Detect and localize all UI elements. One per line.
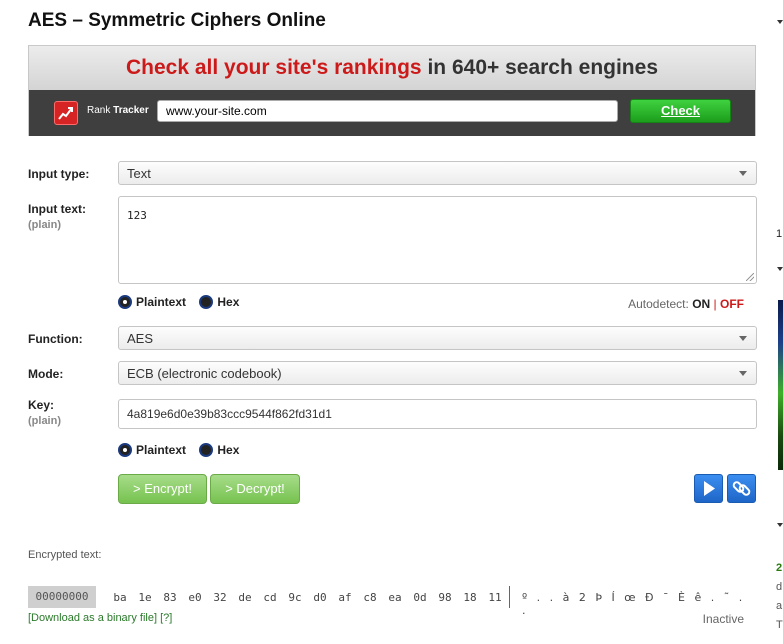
key-format-hint: (plain) — [28, 415, 61, 427]
sidebar-text-fragment: 2 — [776, 562, 783, 574]
permalink-button[interactable] — [727, 474, 756, 503]
hex-dump-row: 00000000 ba 1e 83 e0 32 de cd 9c d0 af c8 ea 0d 98 18 1… — [28, 586, 758, 617]
hex-byte: 18 — [463, 591, 477, 604]
hex-byte: ba — [113, 591, 127, 604]
hex-byte: c8 — [363, 591, 377, 604]
ad-headline-highlight: Check all your site's rankings — [126, 56, 422, 79]
hex-bytes: ba 1e 83 e0 32 de cd 9c d0 af c8 ea 0d 98 18 11 — [110, 591, 510, 604]
page-title: AES – Symmetric Ciphers Online — [28, 10, 326, 31]
hex-offset: 00000000 — [28, 586, 96, 608]
sidebar-fragment: 1 2 d a T — [770, 0, 783, 644]
sidebar-text-fragment: d — [776, 581, 783, 593]
status-text: Inactive — [702, 612, 744, 626]
hex-byte: de — [238, 591, 252, 604]
key-hex-label: Hex — [217, 443, 240, 457]
mode-label: Mode: — [28, 367, 64, 381]
key-plaintext-option[interactable]: Plaintext — [118, 443, 186, 457]
radio-unselected-icon[interactable] — [199, 295, 214, 309]
key-label: Key: (plain) — [28, 398, 61, 427]
decrypt-button[interactable]: > Decrypt! — [210, 474, 300, 504]
input-text-value: 123 — [127, 209, 147, 222]
chevron-down-icon — [739, 171, 747, 176]
hex-byte: 1e — [138, 591, 152, 604]
input-plaintext-label: Plaintext — [136, 295, 187, 309]
chevron-down-icon[interactable] — [777, 267, 783, 271]
input-text-label: Input text: (plain) — [28, 202, 86, 231]
download-binary-link[interactable]: [Download as a binary file] — [28, 612, 157, 624]
radio-selected-icon[interactable] — [118, 443, 132, 457]
hex-byte: cd — [263, 591, 277, 604]
input-text-format-hint: (plain) — [28, 219, 61, 231]
chevron-down-icon — [739, 336, 747, 341]
brand-rank: Rank — [87, 105, 111, 116]
function-value: AES — [127, 331, 154, 346]
mode-select[interactable]: ECB (electronic codebook) — [118, 361, 757, 385]
sidebar-text-fragment: a — [776, 600, 783, 612]
ad-toolbar: Rank Tracker www.your-site.com Check — [29, 90, 755, 136]
link-icon — [732, 481, 751, 496]
key-format-radios: Plaintext Hex — [118, 443, 249, 457]
ad-banner[interactable]: Check all your site's rankings in 640+ s… — [28, 45, 756, 136]
autodetect-toggle: Autodetect: ON | OFF — [628, 297, 744, 311]
hex-byte: e0 — [188, 591, 202, 604]
chevron-down-icon[interactable] — [777, 20, 783, 24]
rank-tracker-brand: Rank Tracker — [87, 105, 149, 116]
brand-tracker: Tracker — [113, 105, 149, 116]
hex-byte: af — [338, 591, 352, 604]
mode-value: ECB (electronic codebook) — [127, 366, 282, 381]
function-label: Function: — [28, 332, 83, 346]
chevron-down-icon[interactable] — [777, 523, 783, 527]
input-hex-option[interactable]: Hex — [199, 295, 239, 309]
input-type-value: Text — [127, 166, 151, 181]
hex-byte: 32 — [213, 591, 227, 604]
autodetect-label: Autodetect: — [628, 297, 689, 311]
key-label-main: Key: — [28, 398, 55, 412]
download-help-link[interactable]: [?] — [160, 612, 172, 624]
autodetect-on[interactable]: ON — [692, 297, 710, 311]
key-input[interactable]: 4a819e6d0e39b83ccc9544f862fd31d1 — [118, 399, 757, 429]
hex-byte: 9c — [288, 591, 302, 604]
ad-headline[interactable]: Check all your site's rankings in 640+ s… — [29, 46, 755, 90]
autodetect-separator: | — [713, 297, 717, 311]
hex-byte: 98 — [438, 591, 452, 604]
input-text-label-main: Input text: — [28, 202, 86, 216]
input-format-radios: Plaintext Hex — [118, 295, 249, 309]
encrypt-button[interactable]: > Encrypt! — [118, 474, 207, 504]
sidebar-text-fragment: T — [776, 619, 783, 631]
ad-check-button[interactable]: Check — [630, 99, 731, 123]
hex-byte: 11 — [488, 591, 502, 604]
key-hex-option[interactable]: Hex — [199, 443, 239, 457]
autodetect-off[interactable]: OFF — [720, 297, 744, 311]
function-select[interactable]: AES — [118, 326, 757, 350]
hex-byte: ea — [388, 591, 402, 604]
download-links: [Download as a binary file] [?] — [28, 612, 172, 624]
resize-handle-icon[interactable] — [746, 273, 754, 281]
ad-headline-rest: in 640+ search engines — [421, 56, 658, 79]
ad-url-input[interactable]: www.your-site.com — [157, 100, 618, 122]
input-plaintext-option[interactable]: Plaintext — [118, 295, 186, 309]
rank-tracker-logo-icon — [54, 101, 78, 125]
sidebar-thumbnail[interactable] — [778, 300, 783, 470]
play-icon — [704, 481, 715, 496]
hex-ascii-divider — [509, 586, 510, 608]
radio-selected-icon[interactable] — [118, 295, 132, 309]
hex-byte: 0d — [413, 591, 427, 604]
encrypted-text-label: Encrypted text: — [28, 549, 102, 561]
input-type-select[interactable]: Text — [118, 161, 757, 185]
play-button[interactable] — [694, 474, 723, 503]
hex-byte: 83 — [163, 591, 177, 604]
sidebar-text-fragment: 1 — [776, 228, 783, 240]
hex-byte: d0 — [313, 591, 327, 604]
radio-unselected-icon[interactable] — [199, 443, 214, 457]
input-hex-label: Hex — [217, 295, 240, 309]
input-type-label: Input type: — [28, 167, 90, 181]
chevron-down-icon — [739, 371, 747, 376]
input-text-area[interactable]: 123 — [118, 196, 757, 284]
key-plaintext-label: Plaintext — [136, 443, 187, 457]
